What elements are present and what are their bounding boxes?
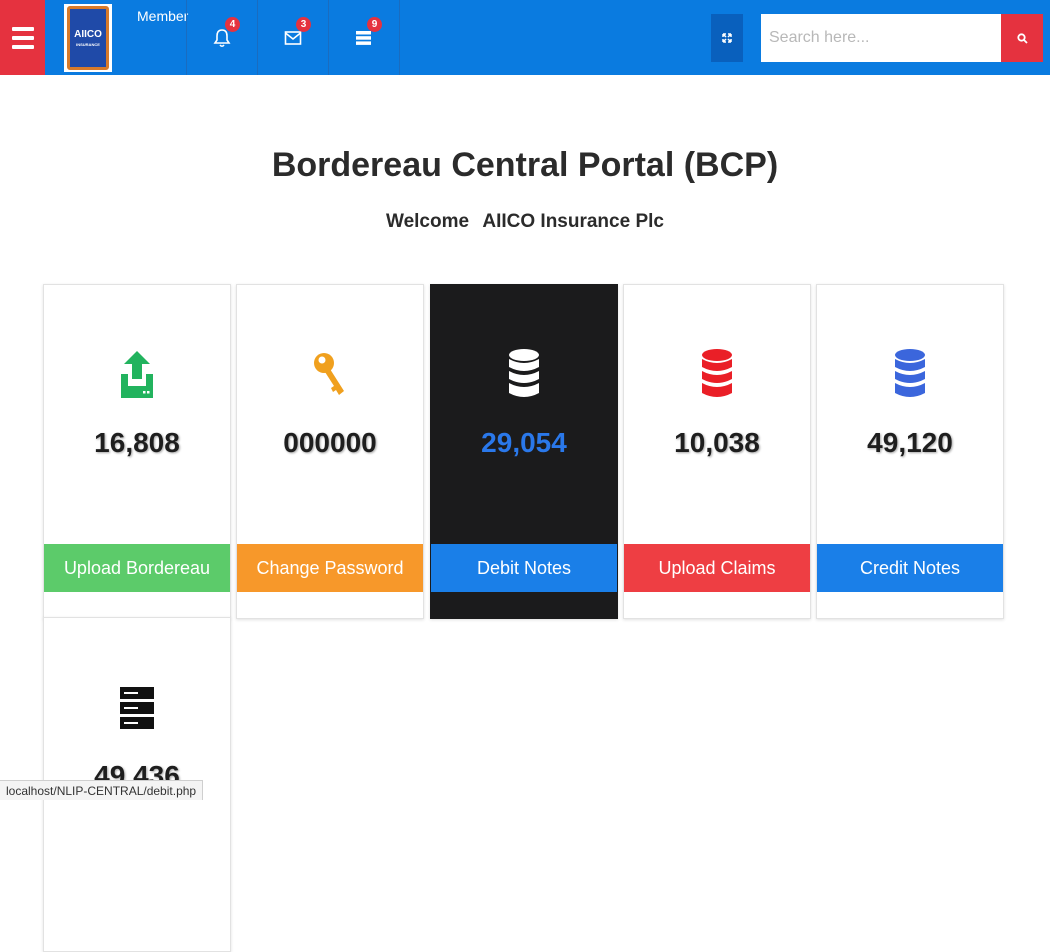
card-value: 49,120 [867, 427, 953, 458]
company-logo[interactable]: AIICO INSURANCE [64, 4, 112, 72]
browser-status-url: localhost/NLIP-CENTRAL/debit.php [0, 780, 204, 800]
database-icon [509, 349, 539, 397]
database-icon [702, 349, 732, 397]
search-icon [1016, 32, 1028, 44]
upload-claims-button[interactable]: Upload Claims [624, 544, 810, 592]
upload-bordereau-card: 16,808 Upload Bordereau [43, 284, 231, 619]
envelope-icon [284, 30, 302, 45]
search-input[interactable] [761, 14, 1001, 62]
member-label: Member [137, 8, 189, 24]
debit-notes-card: 29,054 Debit Notes [430, 284, 618, 619]
tasks-button[interactable]: 9 [328, 0, 400, 75]
notifications-button[interactable]: 4 [186, 0, 257, 75]
database-icon [895, 349, 925, 397]
welcome-label: Welcome [386, 211, 470, 232]
hamburger-menu-button[interactable] [0, 0, 45, 75]
tasks-badge: 9 [367, 17, 382, 32]
messages-badge: 3 [296, 17, 311, 32]
messages-button[interactable]: 3 [257, 0, 328, 75]
expand-icon [722, 33, 732, 43]
company-name: AIICO Insurance Plc [482, 211, 664, 232]
key-icon [314, 353, 344, 395]
page-title: Bordereau Central Portal (BCP) [271, 146, 779, 184]
card-value: 29,054 [481, 427, 567, 458]
credit-notes-button[interactable]: Credit Notes [817, 544, 1003, 592]
notification-icons-group: 4 3 9 [186, 0, 400, 75]
card-value: 16,808 [94, 427, 180, 458]
upload-icon [121, 351, 153, 398]
hamburger-icon [11, 26, 34, 31]
welcome-message: Welcome AIICO Insurance Plc [0, 211, 1050, 233]
change-password-button[interactable]: Change Password [237, 544, 423, 592]
debit-notes-button[interactable]: Debit Notes [431, 544, 617, 592]
aiico-logo-mark: AIICO INSURANCE [67, 6, 109, 70]
card-value: 000000 [283, 427, 377, 458]
logo-text: AIICO [74, 29, 102, 40]
fullscreen-button[interactable] [711, 14, 743, 62]
notifications-badge: 4 [225, 17, 240, 32]
upload-claims-card: 10,038 Upload Claims [623, 284, 811, 619]
upload-bordereau-button[interactable]: Upload Bordereau [44, 544, 230, 592]
card-value: 10,038 [674, 427, 760, 458]
list-icon [356, 30, 371, 45]
change-password-card: 000000 Change Password [236, 284, 424, 619]
logo-subtext: INSURANCE [76, 42, 100, 47]
search-button[interactable] [1001, 14, 1043, 62]
credit-notes-card: 49,120 Credit Notes [816, 284, 1004, 619]
server-icon [120, 687, 154, 729]
top-navbar: AIICO INSURANCE Member 4 3 9 [0, 0, 1050, 75]
